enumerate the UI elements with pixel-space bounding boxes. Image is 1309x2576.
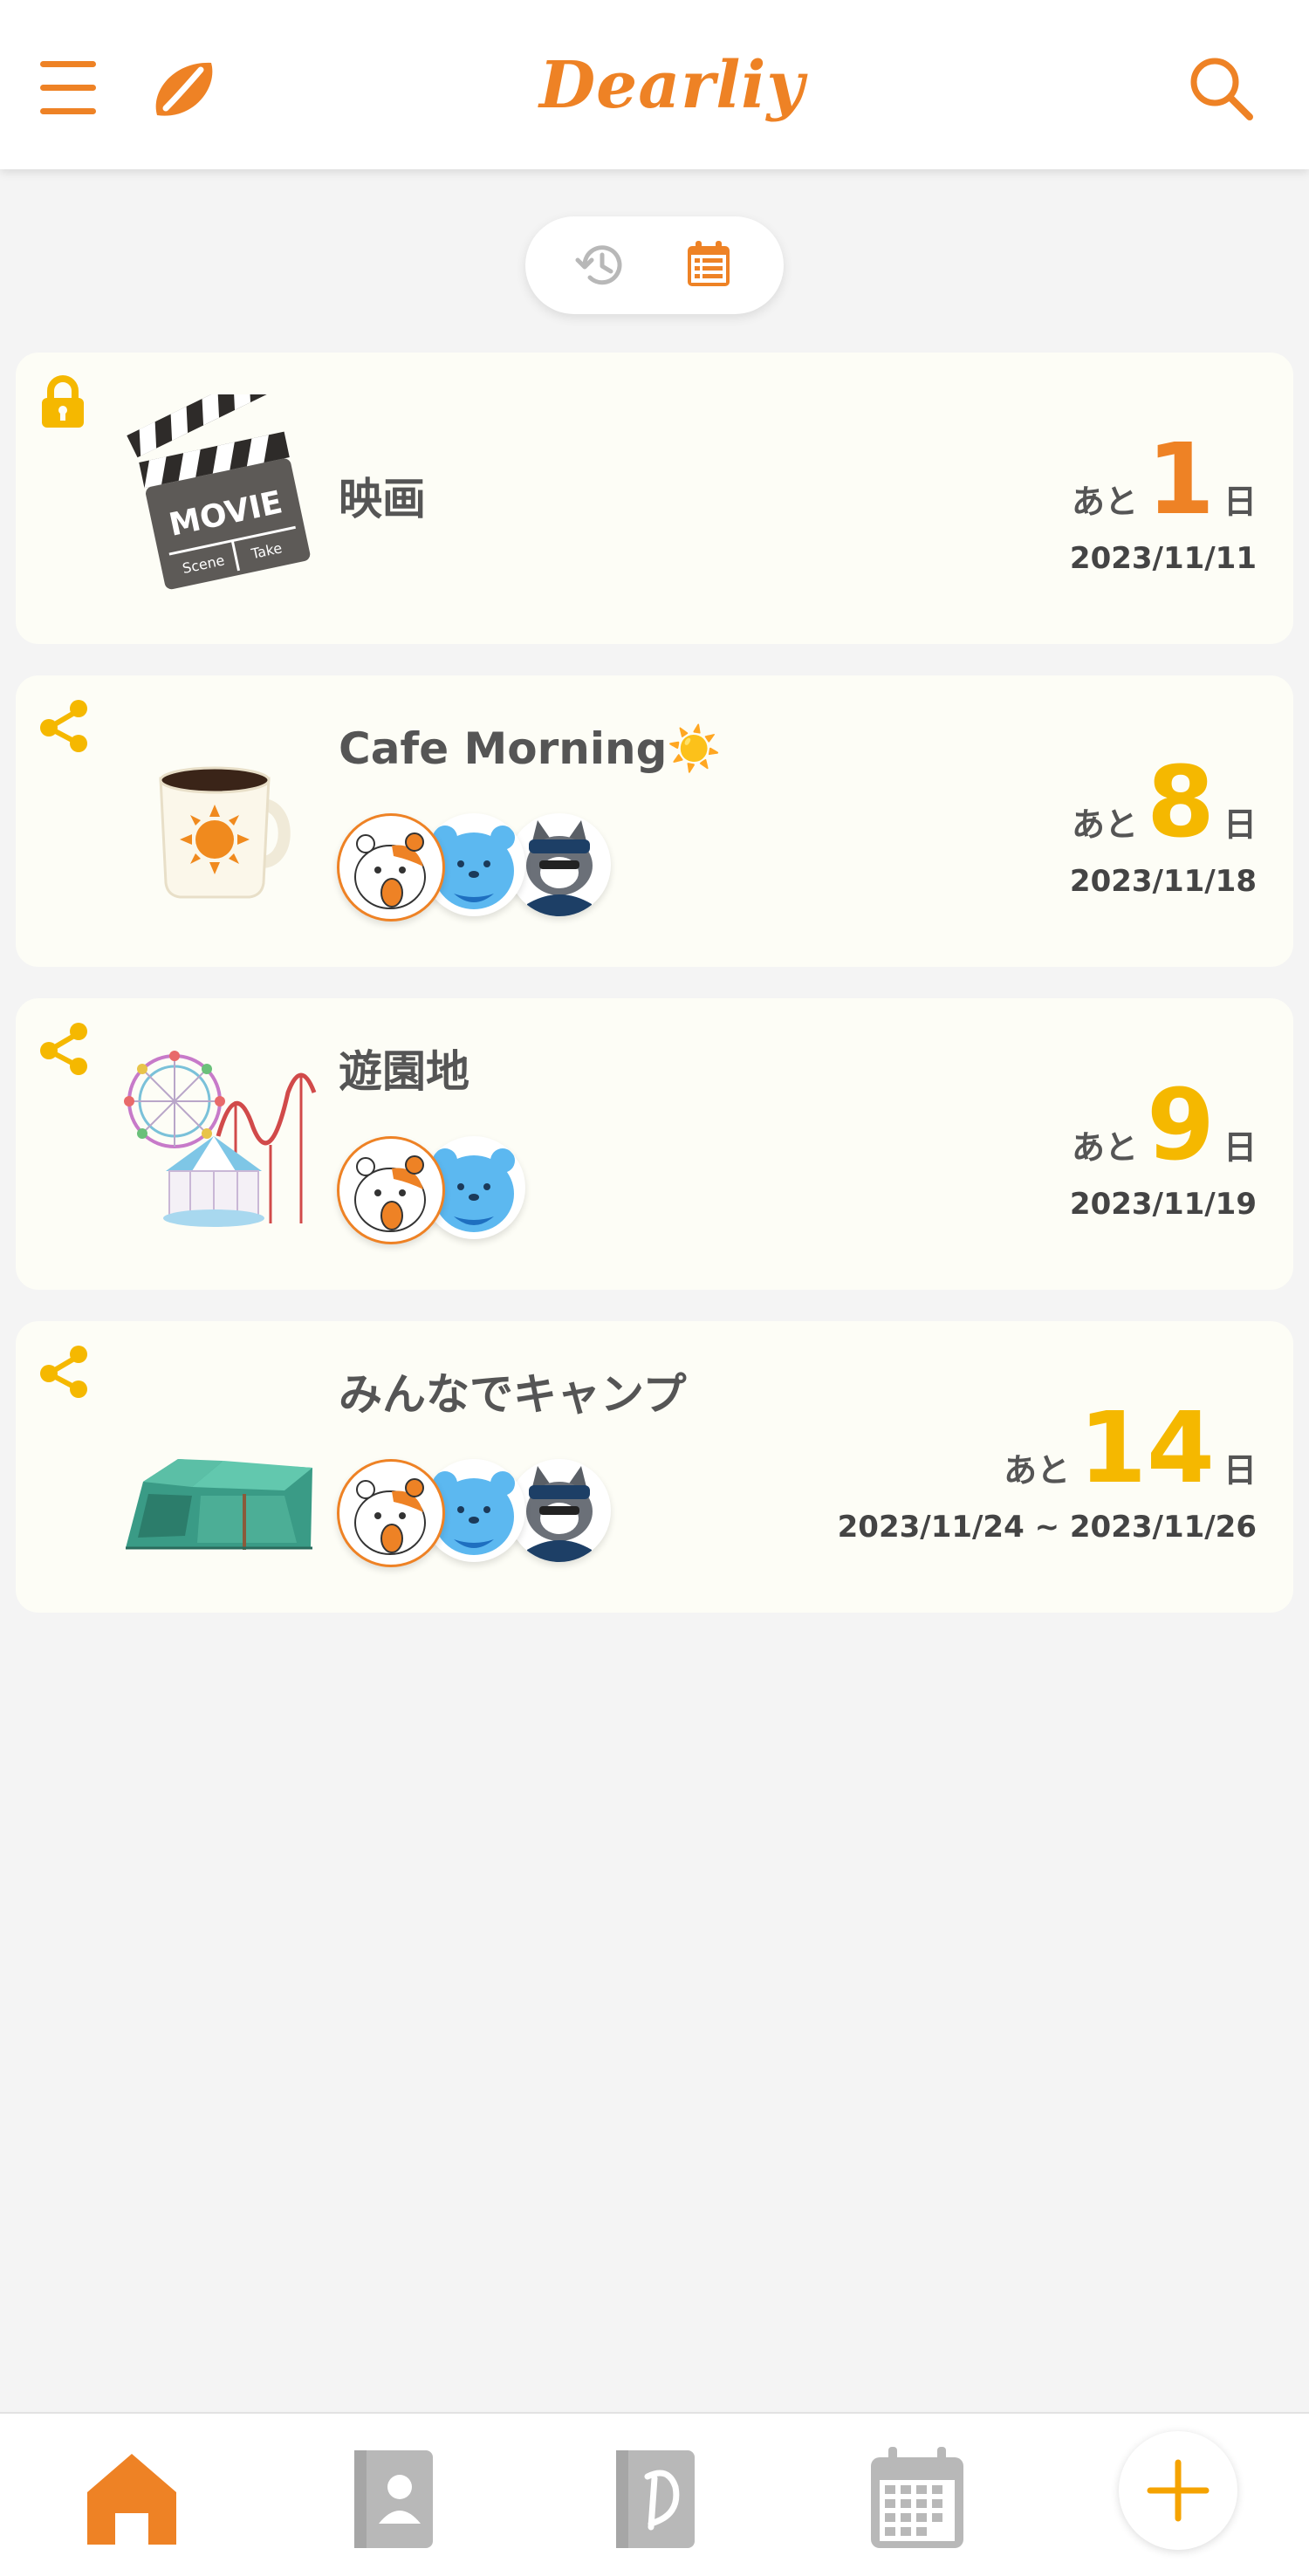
view-toggle [525,216,784,314]
days-prefix: あと [1072,805,1139,844]
days-suffix: 日 [1223,805,1257,844]
event-date: 2023/11/24 ~ 2023/11/26 [837,1510,1257,1545]
days-prefix: あと [1072,1128,1139,1167]
calendar-icon[interactable] [860,2440,974,2553]
share-icon [37,1344,89,1400]
days-suffix: 日 [1223,1128,1257,1167]
brand-name: Dearliy [539,48,805,123]
amusement-park-image [113,1040,323,1241]
hamburger-menu-icon[interactable] [40,58,96,119]
member-avatars [337,1459,634,1567]
days-suffix: 日 [1223,1451,1257,1490]
avatar-calico-cat[interactable] [337,1459,445,1567]
bottom-navigation [0,2412,1309,2576]
event-card[interactable]: MOVIE Scene Take 映画 あと 1 日 2023/11/11 [16,353,1293,644]
event-card[interactable]: みんなでキャンプ あと 14 日 2023/11/24 ~ 2023/11/26 [16,1321,1293,1613]
plus-icon [1147,2459,1210,2522]
event-date: 2023/11/18 [1069,864,1257,899]
coffee-mug-image [113,717,323,918]
event-title: Cafe Morning☀️ [339,723,722,774]
days-remaining: あと 9 日 [1072,1077,1257,1175]
search-icon[interactable] [1187,54,1257,124]
event-date: 2023/11/19 [1069,1187,1257,1222]
share-icon [37,698,89,754]
days-suffix: 日 [1223,483,1257,521]
calendar-list-icon[interactable] [682,237,735,290]
share-icon [37,1021,89,1077]
avatar-calico-cat[interactable] [337,813,445,921]
event-title: みんなでキャンプ [339,1369,687,1420]
history-icon[interactable] [574,239,627,291]
camping-tent-image [113,1363,323,1564]
contacts-icon[interactable] [337,2440,450,2553]
days-remaining: あと 1 日 [1072,431,1257,529]
event-title: 映画 [339,474,426,524]
days-prefix: あと [1072,483,1139,521]
home-icon[interactable] [75,2440,188,2553]
diary-icon[interactable] [599,2440,712,2553]
app-header: Dearliy [0,0,1309,169]
days-prefix: あと [1004,1451,1071,1490]
member-avatars [337,1136,634,1244]
avatar-calico-cat[interactable] [337,1136,445,1244]
add-event-button[interactable] [1119,2431,1237,2550]
days-remaining: あと 8 日 [1072,754,1257,852]
days-count: 14 [1079,1392,1215,1505]
movie-clapperboard-image: MOVIE Scene Take [113,370,323,595]
event-date: 2023/11/11 [1069,541,1257,576]
days-count: 1 [1147,423,1215,537]
lock-icon [37,375,89,431]
brand-logo: Dearliy [539,33,804,138]
event-title: 遊園地 [339,1046,469,1097]
days-count: 9 [1147,1069,1215,1182]
days-remaining: あと 14 日 [1004,1400,1257,1497]
event-card[interactable]: 遊園地 あと 9 日 2023/11/19 [16,998,1293,1290]
member-avatars [337,813,634,921]
event-card[interactable]: Cafe Morning☀️ あと 8 日 2023/11/18 [16,675,1293,967]
days-count: 8 [1147,746,1215,860]
dearliy-leaf-icon[interactable] [148,56,220,126]
